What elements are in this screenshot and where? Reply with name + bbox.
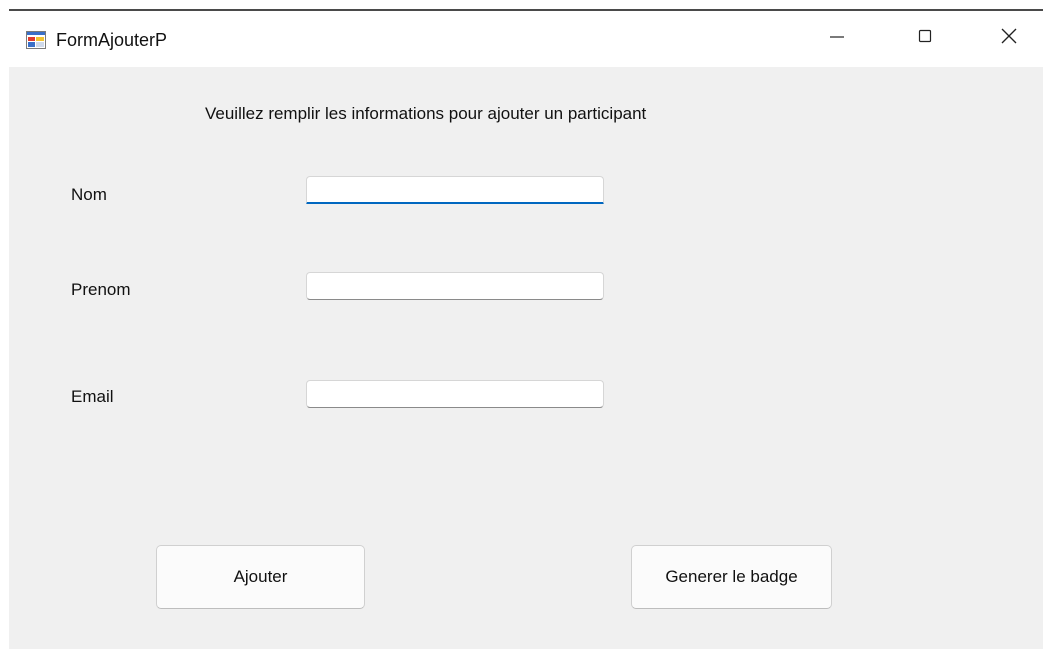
form-window: FormAjouterP Veuillez remplir les inform… — [9, 9, 1043, 649]
maximize-button[interactable] — [895, 11, 955, 65]
prenom-label: Prenom — [71, 280, 131, 299]
nom-input[interactable] — [306, 176, 604, 204]
minimize-icon — [829, 28, 845, 49]
prenom-input[interactable] — [306, 272, 604, 300]
close-button[interactable] — [979, 11, 1039, 65]
form-instructions: Veuillez remplir les informations pour a… — [205, 104, 647, 123]
minimize-button[interactable] — [807, 11, 867, 65]
ajouter-button[interactable]: Ajouter — [156, 545, 365, 609]
nom-label: Nom — [71, 185, 107, 204]
window-title: FormAjouterP — [56, 30, 168, 50]
email-label: Email — [71, 387, 114, 406]
email-input[interactable] — [306, 380, 604, 408]
maximize-icon — [917, 28, 933, 49]
title-bar[interactable]: FormAjouterP — [9, 11, 1043, 67]
generer-badge-button[interactable]: Generer le badge — [631, 545, 832, 609]
winforms-app-icon — [26, 31, 46, 49]
close-icon — [1000, 27, 1018, 50]
